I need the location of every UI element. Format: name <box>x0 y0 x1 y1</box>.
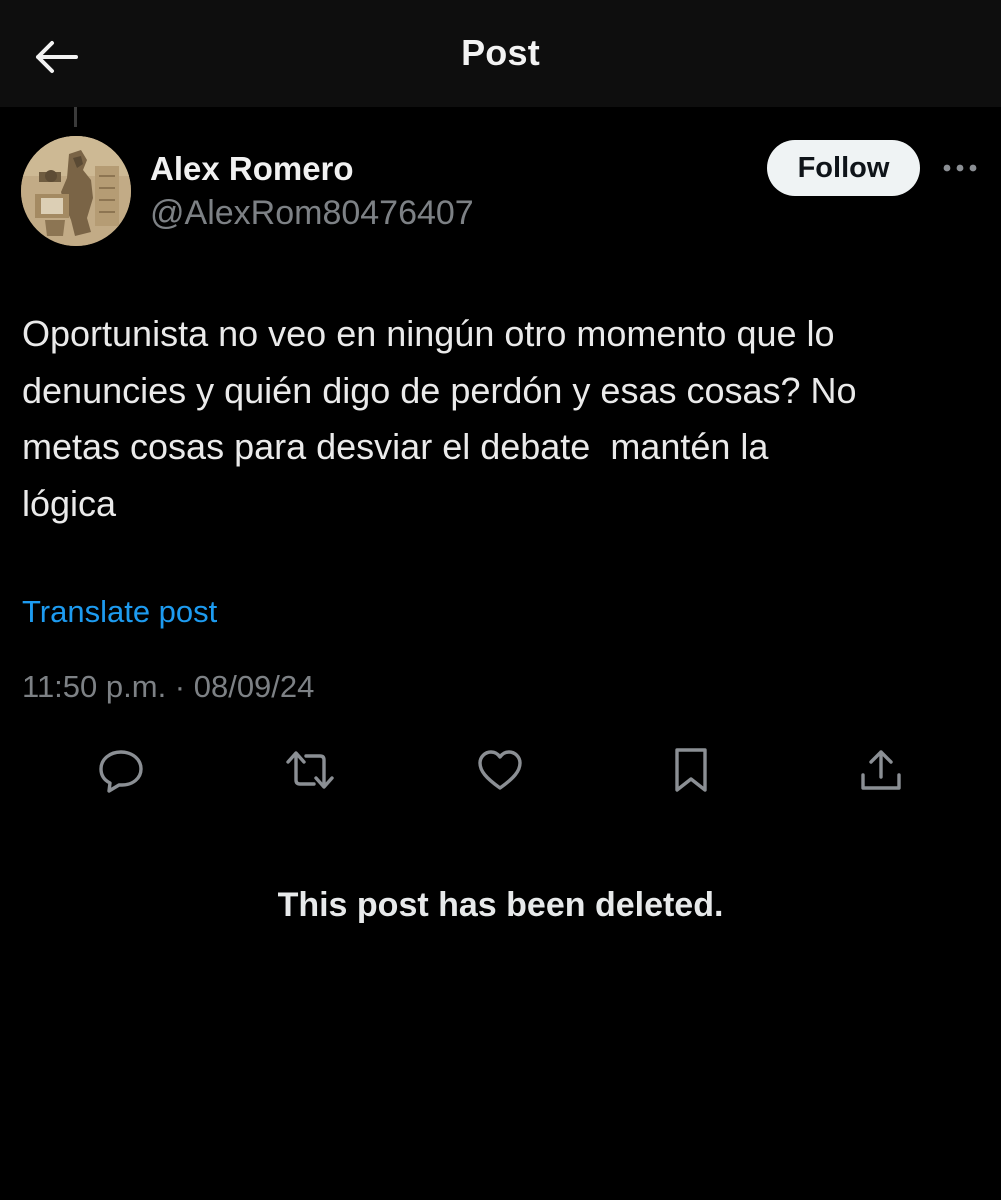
author-display-name[interactable]: Alex Romero <box>150 150 354 188</box>
heart-icon <box>478 750 522 790</box>
share-button[interactable] <box>853 742 909 798</box>
thread-connector-line <box>74 107 77 127</box>
like-button[interactable] <box>472 742 528 798</box>
repost-icon <box>286 751 334 789</box>
reply-button[interactable] <box>93 742 149 798</box>
bookmark-icon <box>675 748 707 792</box>
avatar-image <box>21 136 131 246</box>
post-body-text: Oportunista no veo en ningún otro moment… <box>22 313 857 524</box>
avatar[interactable] <box>21 136 131 246</box>
follow-button[interactable]: Follow <box>767 140 920 196</box>
bookmark-button[interactable] <box>663 742 719 798</box>
translate-post-link[interactable]: Translate post <box>22 594 217 630</box>
page-title: Post <box>461 32 540 73</box>
repost-button[interactable] <box>282 742 338 798</box>
more-horizontal-icon <box>943 164 977 172</box>
top-bar: Post <box>0 0 1001 107</box>
more-options-button[interactable] <box>940 150 980 186</box>
share-icon <box>861 750 901 790</box>
reply-icon <box>99 750 143 793</box>
post-timestamp: 11:50 p.m. · 08/09/24 <box>22 669 315 704</box>
deleted-post-notice: This post has been deleted. <box>277 886 724 924</box>
author-handle[interactable]: @AlexRom80476407 <box>150 194 474 233</box>
